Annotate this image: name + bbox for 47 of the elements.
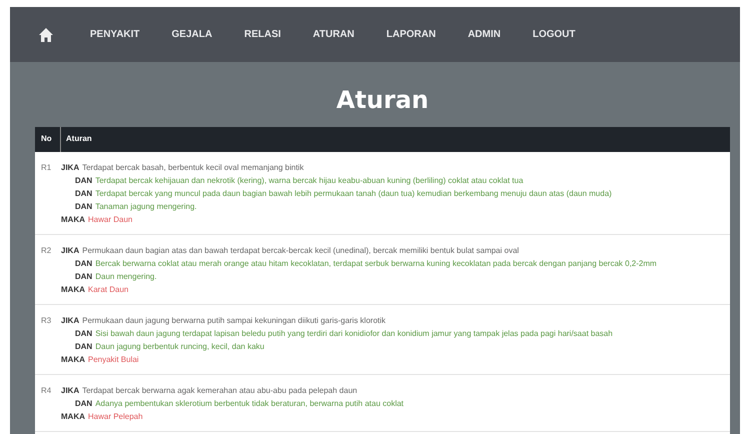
rule-keyword: DAN	[75, 342, 92, 351]
nav-link[interactable]: ADMIN	[468, 27, 501, 42]
rule-keyword: MAKA	[61, 354, 85, 364]
page-title: Aturan	[335, 86, 430, 115]
rule-condition: Adanya pembentukan sklerotium berbentuk tidak beraturan, berwarna putih atau coklat	[95, 398, 404, 408]
rule-condition: Permukaan daun jagung berwarna putih sampai kekuningan diikuti garis-garis klorotik	[82, 316, 386, 325]
rule-condition: Tanaman jagung mengering.	[95, 202, 197, 211]
rule-keyword: DAN	[75, 176, 92, 185]
rule-conclusion: Karat Daun	[88, 284, 128, 294]
row-number: R2	[40, 244, 52, 257]
nav-link[interactable]: PENYAKIT	[90, 27, 140, 42]
rule-conclusion: Hawar Daun	[88, 214, 132, 224]
rule-keyword: DAN	[75, 202, 92, 211]
column-header: No	[35, 126, 61, 152]
rule-condition: Bercak berwarna coklat atau merah orange atau hitam kecoklatan, terdapat serbuk berwarna kuning kecoklatan pada bercak dengan panjang bercak 0,2-2mm	[95, 258, 657, 268]
rule-keyword: JIKA	[61, 162, 80, 172]
rule-conclusion: Penyakit Bulai	[88, 354, 139, 364]
rule-keyword: DAN	[75, 398, 92, 408]
rule-keyword: MAKA	[61, 284, 85, 294]
rule-condition: Terdapat bercak berwarna agak kemerahan atau abu-abu pada pelepah daun	[82, 386, 358, 395]
nav-link[interactable]: ATURAN	[312, 27, 354, 42]
rule-keyword: MAKA	[61, 412, 85, 421]
rule-condition: Permukaan daun bagian atas dan bawah terdapat bercak-bercak kecil (unedinal), bercak memiliki bentuk bulat sampai oval	[82, 246, 519, 255]
rule-keyword: MAKA	[61, 214, 85, 224]
rule-condition: Sisi bawah daun jagung terdapat lapisan beledu putih yang terdiri dari konidiofor dan konidium jamur yang tampak jelas pada pagi hari/saat basah	[95, 328, 613, 338]
rule-condition: Terdapat bercak basah, berbentuk kecil oval memanjang bintik	[82, 162, 304, 172]
row-number: R3	[40, 314, 52, 327]
rule-keyword: JIKA	[61, 386, 80, 395]
rule-keyword: DAN	[75, 328, 92, 338]
rule-condition: Daun jagung berbentuk runcing, kecil, dan kaku	[95, 342, 264, 351]
rule-keyword: JIKA	[61, 246, 80, 255]
rule-condition: Terdapat bercak kehijauan dan nekrotik (kering), warna bercak hijau keabu-abuan kuning (berliling) coklat atau coklat tua	[95, 176, 524, 185]
rule-keyword: DAN	[75, 188, 92, 198]
nav-link[interactable]: LAPORAN	[386, 27, 436, 42]
rule-keyword: DAN	[75, 272, 92, 281]
nav-link[interactable]: LOGOUT	[532, 27, 576, 42]
row-number: R1	[40, 162, 52, 174]
row-number: R4	[40, 384, 52, 397]
rule-conclusion: Hawar Pelepah	[88, 412, 143, 421]
column-header: Aturan	[65, 133, 92, 146]
nav-link[interactable]: GEJALA	[172, 27, 212, 42]
rule-condition: Daun mengering.	[95, 272, 157, 281]
rule-condition: Terdapat bercak yang muncul pada daun bagian bawah lebih permukaan tanah (daun tua) kemudian berkembang menuju daun atas (daun muda)	[95, 188, 612, 198]
rule-keyword: DAN	[75, 258, 92, 268]
home-icon	[38, 26, 54, 42]
rule-keyword: JIKA	[61, 316, 80, 325]
nav-link[interactable]: RELASI	[244, 27, 281, 42]
